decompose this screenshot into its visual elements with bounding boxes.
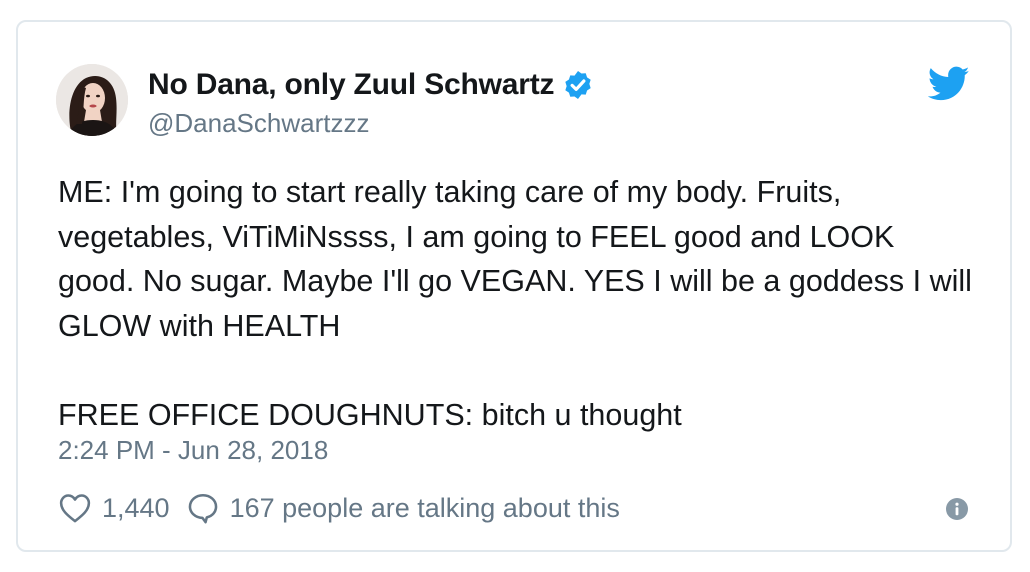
display-name[interactable]: No Dana, only Zuul Schwartz	[148, 68, 555, 102]
heart-icon[interactable]	[58, 492, 92, 524]
twitter-bird-icon[interactable]	[927, 66, 970, 102]
tweet-timestamp[interactable]: 2:24 PM - Jun 28, 2018	[58, 435, 328, 466]
avatar[interactable]	[56, 64, 128, 136]
info-icon[interactable]	[946, 498, 968, 520]
conversation-count-text: 167 people are talking about this	[229, 492, 620, 523]
tweet-card[interactable]: No Dana, only Zuul Schwartz @DanaSchwart…	[16, 20, 1012, 552]
avatar-image	[56, 64, 128, 136]
conversation-button[interactable]: 167 people are talking about this	[186, 491, 620, 525]
verified-badge-icon	[562, 69, 594, 101]
speech-bubble-icon	[186, 491, 220, 525]
author-name-row[interactable]: No Dana, only Zuul Schwartz	[148, 66, 594, 104]
like-count[interactable]: 1,440	[102, 493, 170, 524]
tweet-text: ME: I'm going to start really taking car…	[58, 175, 972, 432]
tweet-actions: 1,440 167 people are talking about this	[58, 488, 620, 528]
author-handle[interactable]: @DanaSchwartzzz	[148, 108, 369, 139]
